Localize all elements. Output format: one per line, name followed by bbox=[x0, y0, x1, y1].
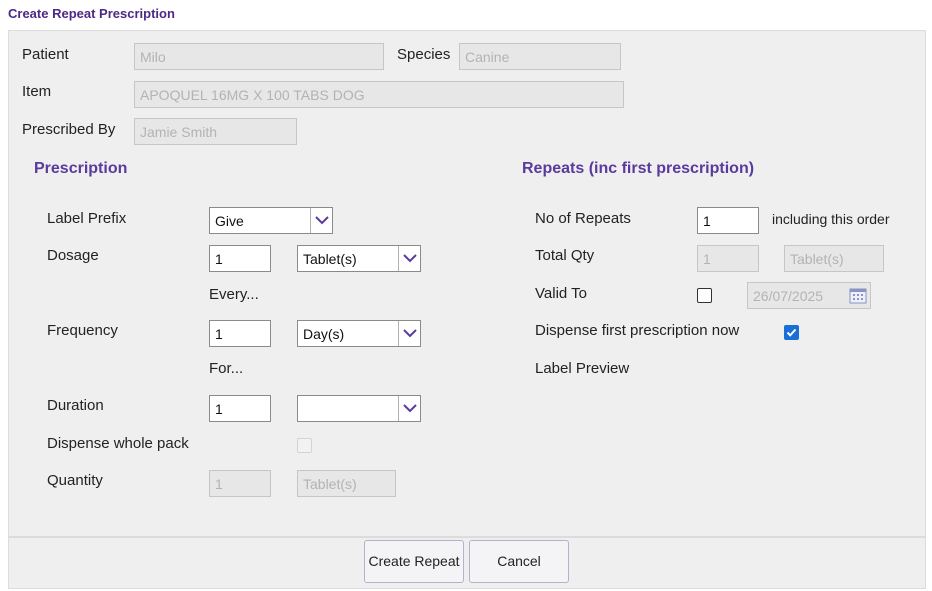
item-label: Item bbox=[22, 83, 52, 100]
chevron-down-icon[interactable] bbox=[398, 396, 420, 421]
duration-unit-select[interactable] bbox=[297, 395, 421, 422]
dosage-label: Dosage bbox=[47, 247, 99, 264]
dispense-first-checkbox[interactable] bbox=[784, 325, 799, 340]
check-icon bbox=[786, 328, 797, 337]
prescribed-by-field[interactable]: Jamie Smith bbox=[134, 118, 297, 145]
for-label: For... bbox=[209, 360, 244, 377]
valid-to-checkbox[interactable] bbox=[697, 288, 712, 303]
quantity-unit-field[interactable]: Tablet(s) bbox=[297, 470, 396, 497]
prescription-heading: Prescription bbox=[34, 160, 128, 177]
species-field[interactable]: Canine bbox=[459, 43, 621, 70]
cancel-button[interactable]: Cancel bbox=[469, 540, 569, 583]
frequency-label: Frequency bbox=[47, 322, 118, 339]
label-preview-label: Label Preview bbox=[535, 360, 630, 377]
dosage-unit-value: Tablet(s) bbox=[303, 251, 357, 267]
create-repeat-button[interactable]: Create Repeat bbox=[364, 540, 464, 583]
patient-label: Patient bbox=[22, 46, 69, 63]
label-prefix-value: Give bbox=[215, 213, 244, 229]
valid-to-date-value: 26/07/2025 bbox=[753, 288, 824, 304]
chevron-down-icon[interactable] bbox=[310, 208, 332, 233]
dosage-unit-select[interactable]: Tablet(s) bbox=[297, 245, 421, 272]
dialog-footer bbox=[8, 537, 926, 589]
prescribed-by-label: Prescribed By bbox=[22, 121, 116, 138]
species-label: Species bbox=[397, 46, 451, 63]
repeats-heading: Repeats (inc first prescription) bbox=[522, 160, 755, 177]
no-of-repeats-input[interactable]: 1 bbox=[697, 207, 759, 234]
duration-label: Duration bbox=[47, 397, 104, 414]
valid-to-label: Valid To bbox=[535, 285, 587, 302]
every-label: Every... bbox=[209, 286, 259, 303]
dispense-whole-pack-checkbox[interactable] bbox=[297, 438, 312, 453]
label-prefix-select[interactable]: Give bbox=[209, 207, 333, 234]
total-qty-field[interactable]: 1 bbox=[697, 245, 759, 272]
including-this-order-label: including this order bbox=[772, 211, 890, 227]
total-qty-label: Total Qty bbox=[535, 247, 595, 264]
total-qty-unit-field[interactable]: Tablet(s) bbox=[784, 245, 884, 272]
item-field[interactable]: APOQUEL 16MG X 100 TABS DOG bbox=[134, 81, 624, 108]
quantity-label: Quantity bbox=[47, 472, 103, 489]
dialog-title: Create Repeat Prescription bbox=[8, 6, 175, 21]
dosage-input[interactable]: 1 bbox=[209, 245, 271, 272]
frequency-input[interactable]: 1 bbox=[209, 320, 271, 347]
frequency-unit-value: Day(s) bbox=[303, 326, 345, 342]
chevron-down-icon[interactable] bbox=[398, 246, 420, 271]
patient-field[interactable]: Milo bbox=[134, 43, 384, 70]
chevron-down-icon[interactable] bbox=[398, 321, 420, 346]
valid-to-date-field[interactable]: 26/07/2025 bbox=[747, 282, 871, 309]
calendar-icon[interactable] bbox=[848, 285, 868, 305]
dispense-first-label: Dispense first prescription now bbox=[535, 322, 740, 339]
duration-input[interactable]: 1 bbox=[209, 395, 271, 422]
dispense-whole-pack-label: Dispense whole pack bbox=[47, 435, 189, 452]
quantity-field[interactable]: 1 bbox=[209, 470, 271, 497]
label-prefix-label: Label Prefix bbox=[47, 210, 127, 227]
frequency-unit-select[interactable]: Day(s) bbox=[297, 320, 421, 347]
no-of-repeats-label: No of Repeats bbox=[535, 210, 631, 227]
